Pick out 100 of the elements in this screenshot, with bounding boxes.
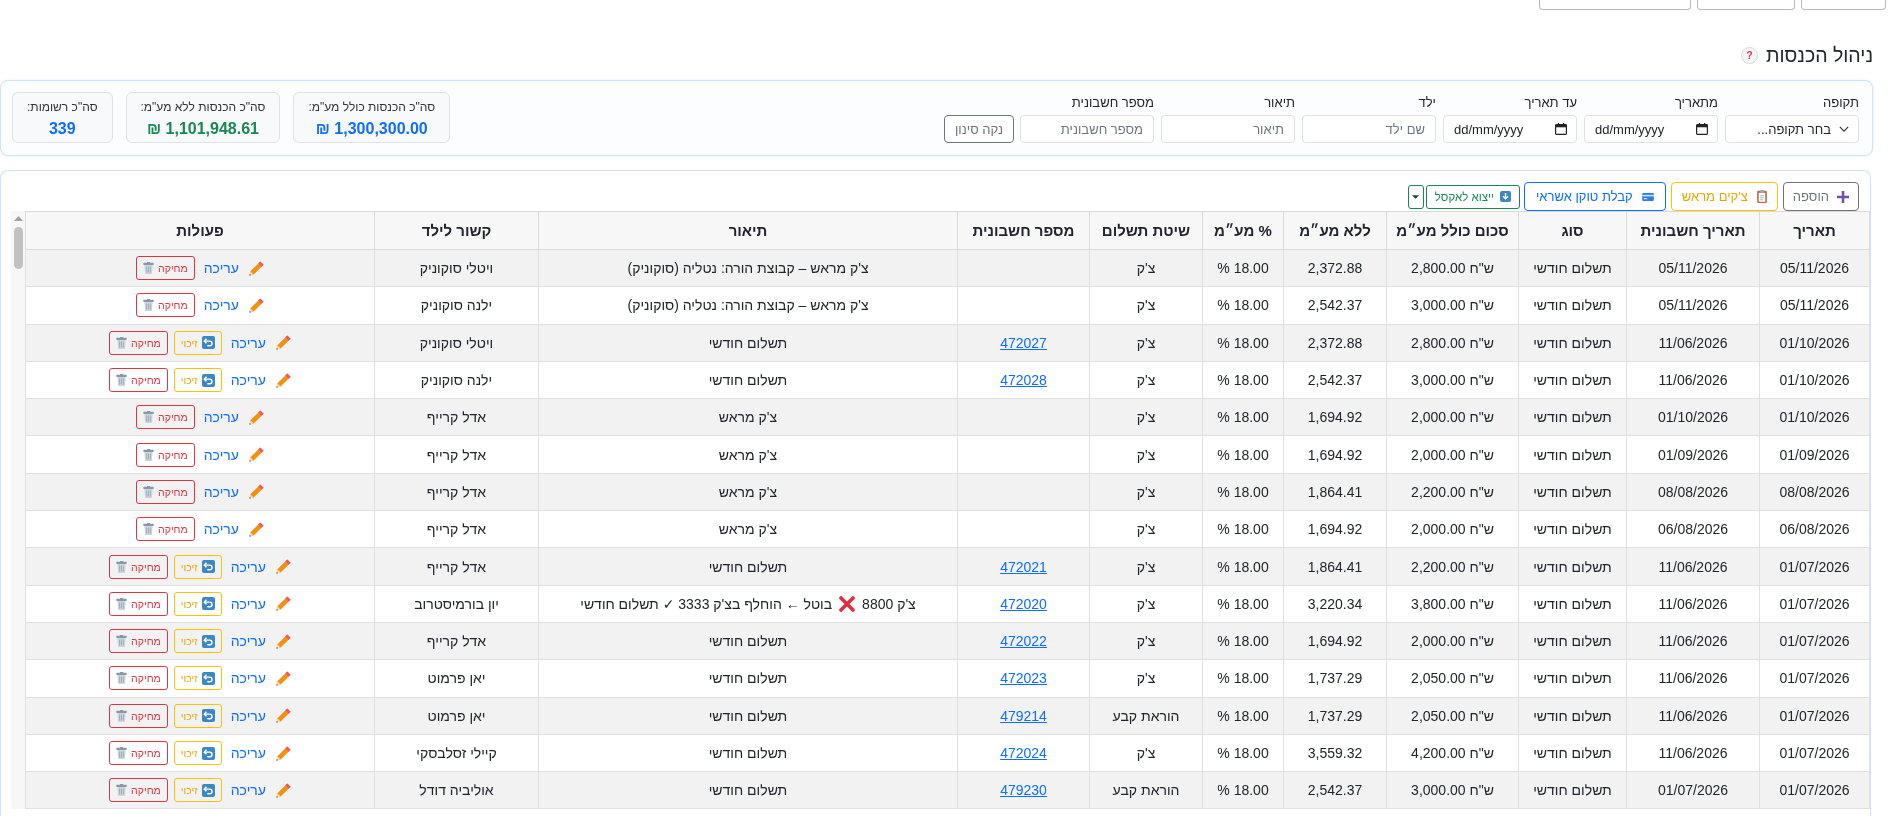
column-header: תיאור [538,211,958,250]
invoice-link[interactable]: 472027 [1000,334,1047,351]
stat-value: 1,101,948.61 ₪ [146,119,259,138]
column-header: סכום כולל מע״מ [1386,211,1519,250]
edit-link[interactable]: עריכה [230,334,291,351]
delete-button[interactable]: מחיקה [109,741,168,765]
column-header: מספר חשבונית [957,211,1090,250]
delete-button[interactable]: מחיקה [136,479,195,504]
table-cell: 18.00 % [1202,398,1284,436]
table-cell: 11/06/2026 [1626,697,1760,735]
invoice-link[interactable]: 472028 [1000,372,1047,389]
date-field[interactable]: dd/mm/yyyy [1584,115,1718,143]
edit-link[interactable]: עריכה [230,745,291,761]
dropdown-toggle[interactable] [1407,184,1424,209]
toolbar-button[interactable] [1801,0,1886,10]
table-cell: אדל קרייף [374,473,539,511]
delete-button[interactable]: מחיקה [109,778,168,803]
edit-link[interactable]: עריכה [203,260,264,277]
table-cell: 2,000.00 ש"ח [1386,398,1519,436]
table-cell: 18.00 % [1202,286,1284,325]
pencil-icon [248,447,264,463]
table-cell: צ'ק מראש [538,398,958,436]
scrollbar[interactable] [11,211,25,810]
delete-button[interactable]: מחיקה [109,554,168,579]
invoice-link[interactable]: 472022 [1000,633,1047,650]
checks-button[interactable]: צ'קים מראש [1670,182,1778,211]
delete-button[interactable]: מחיקה [136,442,195,467]
delete-button[interactable]: מחיקה [109,666,168,691]
toolbar-button[interactable] [1539,0,1691,10]
help-button[interactable]: ? [1741,46,1759,64]
caret-icon [1412,194,1420,199]
delete-button[interactable]: מחיקה [109,591,168,616]
table-cell: 01/07/2026 [1759,585,1870,623]
pencil-icon [248,409,264,425]
invoice-link[interactable]: 472020 [1000,595,1047,612]
table-cell: 2,050.00 ש"ח [1386,697,1519,735]
delete-button[interactable]: מחיקה [109,368,168,393]
edit-link[interactable]: עריכה [230,707,291,724]
input-field[interactable]: מספר חשבונית [1020,115,1154,143]
add-button[interactable]: הוספה [1782,182,1859,211]
description-text: בוטל ← הוחלף בצ'ק 3333 ✓ תשלום חודשי [580,596,833,613]
delete-button[interactable]: מחיקה [109,703,168,728]
edit-link[interactable]: עריכה [230,595,291,612]
invoice-link[interactable]: 472021 [1000,558,1047,575]
delete-button[interactable]: מחיקה [109,629,168,654]
edit-link[interactable]: עריכה [203,483,264,500]
date-field[interactable]: dd/mm/yyyy [1443,115,1577,143]
edit-link[interactable]: עריכה [230,670,291,687]
table-cell: 3,000.00 ש"ח [1386,771,1519,809]
edit-link[interactable]: עריכה [203,409,264,426]
table-cell: 01/07/2026 [1759,771,1870,809]
table-cell: תשלום חודשי [1518,361,1627,399]
edit-link[interactable]: עריכה [230,782,291,799]
calendar-icon[interactable] [1696,123,1708,135]
delete-button[interactable]: מחיקה [109,330,168,355]
input-field[interactable]: תיאור [1161,115,1295,143]
edit-link[interactable]: עריכה [203,446,264,463]
table-cell: תשלום חודשי [538,547,958,586]
table-cell: הוראת קבע [1089,697,1203,735]
invoice-link[interactable]: 472023 [1000,670,1047,687]
credit-token-button[interactable]: קבלת טוקן אשראי [1523,182,1666,211]
table-cell: 11/06/2026 [1626,659,1760,698]
stat-value: 1,300,300.00 ₪ [315,119,428,138]
table-cell: תשלום חודשי [538,361,958,399]
edit-link[interactable]: עריכה [203,297,264,314]
column-header: % מע״מ [1202,211,1284,250]
filter-label: מספר חשבונית [1070,95,1154,111]
credit-button[interactable]: זיכוי [173,368,222,393]
delete-button[interactable]: מחיקה [136,293,195,318]
invoice-link[interactable]: 479214 [1000,707,1047,724]
export-button[interactable]: ייצוא לאקסל [1425,184,1520,209]
edit-link[interactable]: עריכה [203,521,264,538]
table-cell: 18.00 % [1202,324,1284,362]
input-field[interactable]: שם ילד [1302,115,1436,143]
table-cell: 01/07/2026 [1759,659,1870,698]
table-cell: צ'ק מראש [538,473,958,511]
credit-button[interactable]: זיכוי [173,741,222,765]
edit-link[interactable]: עריכה [230,633,291,650]
delete-button[interactable]: מחיקה [136,517,195,542]
table-cell: 18.00 % [1202,436,1284,474]
table-cell: תשלום חודשי [1518,398,1627,436]
invoice-link[interactable]: 479230 [1000,782,1047,799]
table-cell: 01/07/2026 [1759,547,1870,586]
select-field[interactable]: בחר תקופה... [1725,115,1859,143]
credit-button[interactable]: זיכוי [173,666,222,691]
delete-button[interactable]: מחיקה [136,405,195,430]
credit-button[interactable]: זיכוי [173,591,222,616]
toolbar-button[interactable] [1697,0,1795,10]
calendar-icon[interactable] [1555,123,1567,135]
trash-icon [116,672,128,685]
table-cell: 18.00 % [1202,734,1284,772]
scrollbar-thumb[interactable] [13,227,23,269]
edit-link[interactable]: עריכה [230,558,291,575]
edit-link[interactable]: עריכה [230,372,291,389]
clear-filter-button[interactable]: נקה סינון [944,115,1014,143]
invoice-link[interactable]: 472024 [1000,745,1047,761]
table-cell: תשלום חודשי [538,659,958,698]
delete-button[interactable]: מחיקה [136,256,195,281]
table-cell: 01/09/2026 [1626,436,1760,474]
scroll-up-arrow-icon[interactable] [13,216,23,221]
